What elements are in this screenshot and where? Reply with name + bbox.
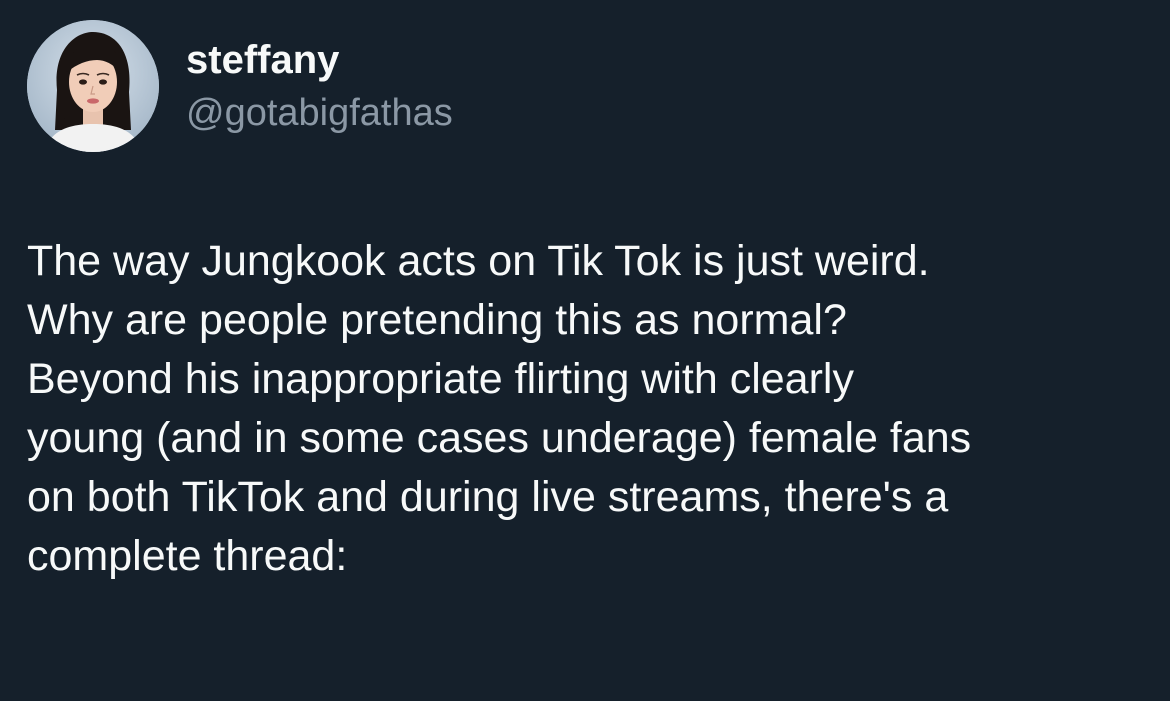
tweet-card: steffany @gotabigfathas The way Jungkook… <box>0 0 1170 701</box>
tweet-text: The way Jungkook acts on Tik Tok is just… <box>27 232 1157 586</box>
tweet-text-line: The way Jungkook acts on Tik Tok is just… <box>27 237 930 285</box>
tweet-text-line: on both TikTok and during live streams, … <box>27 473 949 521</box>
avatar[interactable] <box>27 20 159 152</box>
tweet-text-line: complete thread: <box>27 532 348 580</box>
tweet-text-line: Beyond his inappropriate flirting with c… <box>27 355 854 403</box>
tweet-text-line: young (and in some cases underage) femal… <box>27 414 972 462</box>
tweet-text-line: Why are people pretending this as normal… <box>27 296 847 344</box>
author-handle[interactable]: @gotabigfathas <box>186 90 453 136</box>
author-display-name[interactable]: steffany <box>186 36 339 84</box>
profile-photo-icon <box>27 20 159 152</box>
